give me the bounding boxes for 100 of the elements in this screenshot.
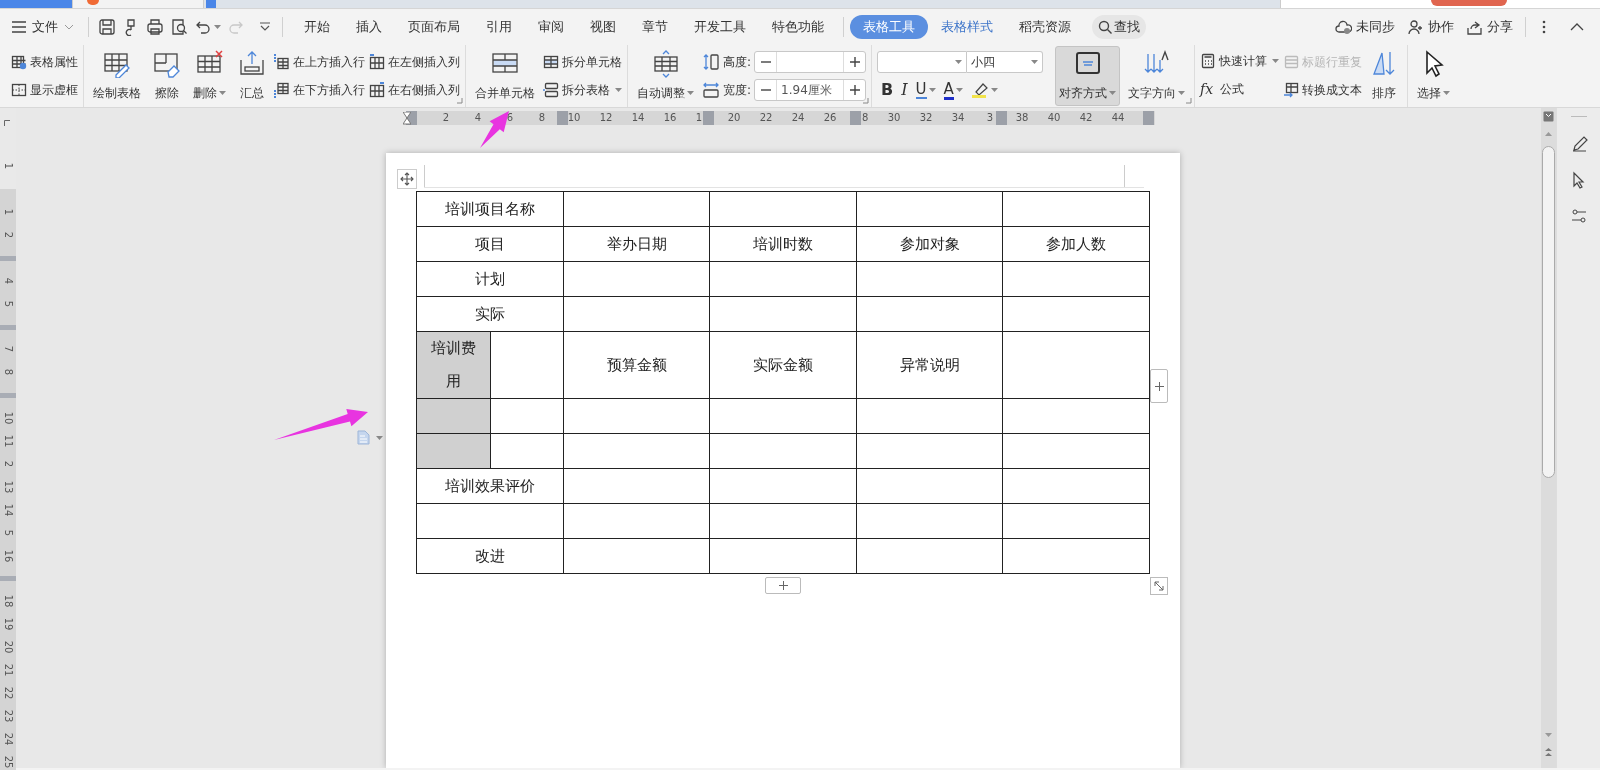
ruler-number: 23 — [3, 709, 13, 723]
ruler-number: 4 — [3, 277, 13, 284]
search-icon — [1098, 20, 1112, 34]
paste-options-button[interactable] — [357, 430, 383, 445]
summary-icon — [238, 50, 266, 78]
ribbon-button[interactable]: 对齐方式 — [1055, 46, 1121, 106]
table-cell: 改进 — [416, 538, 564, 574]
menu-tab[interactable]: 审阅 — [525, 15, 577, 39]
add-column-button[interactable] — [1150, 369, 1168, 403]
table-cell: 培训费用 — [416, 331, 491, 399]
scroll-up-icon — [1545, 132, 1552, 136]
ribbon-button[interactable]: 在左侧插入列 — [369, 53, 460, 71]
menu-tab[interactable]: 开发工具 — [681, 15, 759, 39]
ribbon-button[interactable]: 显示虚框 — [11, 81, 78, 99]
ribbon-button[interactable]: 删除 — [189, 46, 230, 106]
print-icon — [146, 18, 164, 36]
ribbon-button[interactable]: 拆分单元格 — [543, 53, 622, 71]
menu-tab[interactable]: 开始 — [291, 15, 343, 39]
ruler-number: 8 — [862, 112, 869, 124]
ribbon-button[interactable]: 表格属性 — [11, 53, 78, 71]
settings-button[interactable] — [1569, 207, 1588, 225]
format-button[interactable]: A — [943, 79, 963, 101]
ruler-marker[interactable] — [0, 255, 16, 261]
add-row-button[interactable] — [765, 577, 801, 594]
ruler-number: 8 — [3, 369, 13, 376]
ribbon-button[interactable]: 汇总 — [234, 46, 270, 106]
ruler-number: 5 — [3, 300, 13, 307]
format-button[interactable]: I — [901, 79, 908, 101]
format-button[interactable]: B — [881, 79, 894, 101]
minus-icon — [760, 61, 771, 63]
menu-tab[interactable]: 章节 — [629, 15, 681, 39]
ruler-number: 1 — [3, 208, 13, 216]
ribbon-button[interactable]: fx 公式 — [1200, 78, 1280, 100]
ruler-marker[interactable] — [996, 111, 1007, 125]
menu-tab[interactable]: 页面布局 — [395, 15, 473, 39]
spin-field[interactable]: 1.94厘米 — [754, 79, 867, 101]
menu-tab[interactable]: 表格样式 — [928, 15, 1006, 39]
scrollbar-thumb[interactable] — [1542, 146, 1555, 478]
share-button[interactable]: 分享 — [1466, 17, 1513, 37]
table-cell: 参加人数 — [1002, 226, 1150, 262]
print-preview-icon — [170, 18, 188, 36]
plus-icon — [1154, 381, 1164, 391]
row-height-icon — [702, 53, 720, 71]
resize-table-handle[interactable] — [1150, 577, 1168, 595]
table-cell: 预算金额 — [563, 331, 710, 399]
ribbon-button[interactable]: 排序 — [1366, 46, 1403, 106]
ruler-number: 25 — [3, 755, 13, 768]
format-button[interactable]: U — [915, 79, 936, 101]
header-repeat-icon — [1283, 54, 1300, 70]
caret-icon — [376, 435, 383, 440]
ruler-number: 34 — [951, 112, 965, 124]
ribbon-button[interactable]: 合并单元格 — [471, 46, 539, 106]
ruler-marker[interactable] — [1143, 111, 1154, 125]
move-table-handle[interactable] — [397, 169, 417, 189]
caret-icon — [214, 25, 221, 29]
save-icon — [98, 18, 116, 36]
upgrade-badge[interactable] — [1431, 0, 1507, 6]
menu-tab[interactable]: 视图 — [577, 15, 629, 39]
ruler-number: 11 — [3, 434, 13, 448]
menu-tab[interactable]: 引用 — [473, 15, 525, 39]
spin-field[interactable] — [754, 51, 867, 73]
ruler-number: 8 — [538, 112, 546, 124]
sync-button[interactable]: 未同步 — [1335, 17, 1395, 37]
font-size-field[interactable]: 小四 — [967, 51, 1044, 73]
ruler-marker[interactable] — [0, 324, 16, 330]
ruler-number: 14 — [631, 112, 645, 124]
ruler-marker[interactable] — [557, 111, 568, 125]
ribbon-button[interactable]: 绘制表格 — [89, 46, 145, 106]
font-name-field[interactable] — [877, 51, 968, 73]
ribbon-button[interactable]: 选择 — [1413, 46, 1455, 106]
ribbon-button[interactable]: 在下方插入行 — [274, 81, 365, 99]
ribbon-button[interactable]: 文字方向 — [1124, 46, 1190, 106]
chevron-down-icon — [64, 24, 74, 30]
table-cell: 实际金额 — [709, 331, 857, 399]
ribbon-button[interactable]: 擦除 — [149, 46, 185, 106]
ruler-marker[interactable] — [850, 111, 861, 125]
file-menu[interactable]: 文件 — [12, 17, 74, 37]
resize-icon — [1154, 581, 1164, 591]
ribbon-button[interactable]: 拆分表格 — [543, 81, 622, 99]
menu-tab[interactable]: 稻壳资源 — [1006, 15, 1084, 39]
ribbon-button[interactable]: 快速计算 — [1200, 52, 1280, 71]
menu-tab[interactable]: 特色功能 — [759, 15, 837, 39]
ruler-number: 2 — [3, 231, 13, 239]
draw-table-icon — [103, 50, 131, 78]
ruler-marker[interactable] — [703, 111, 714, 125]
formula-icon: fx — [1200, 78, 1214, 100]
search-button[interactable]: 查找 — [1092, 15, 1146, 39]
menu-tab[interactable]: 插入 — [343, 15, 395, 39]
ribbon-button[interactable]: 自动调整 — [633, 46, 698, 106]
ribbon-button[interactable]: 在上方插入行 — [274, 53, 365, 71]
ribbon-button[interactable]: 转换成文本 — [1283, 81, 1363, 99]
collaborate-button[interactable]: 协作 — [1407, 17, 1454, 37]
move-icon — [400, 172, 414, 186]
field-label: 宽度: — [723, 82, 752, 99]
ruler-number: 20 — [3, 640, 13, 654]
split-table-icon — [543, 82, 559, 98]
ruler-number: 1 — [3, 163, 13, 170]
ruler-marker[interactable] — [0, 576, 16, 582]
ruler-marker[interactable] — [0, 393, 16, 399]
ribbon-button[interactable]: 在右侧插入列 — [369, 81, 460, 99]
